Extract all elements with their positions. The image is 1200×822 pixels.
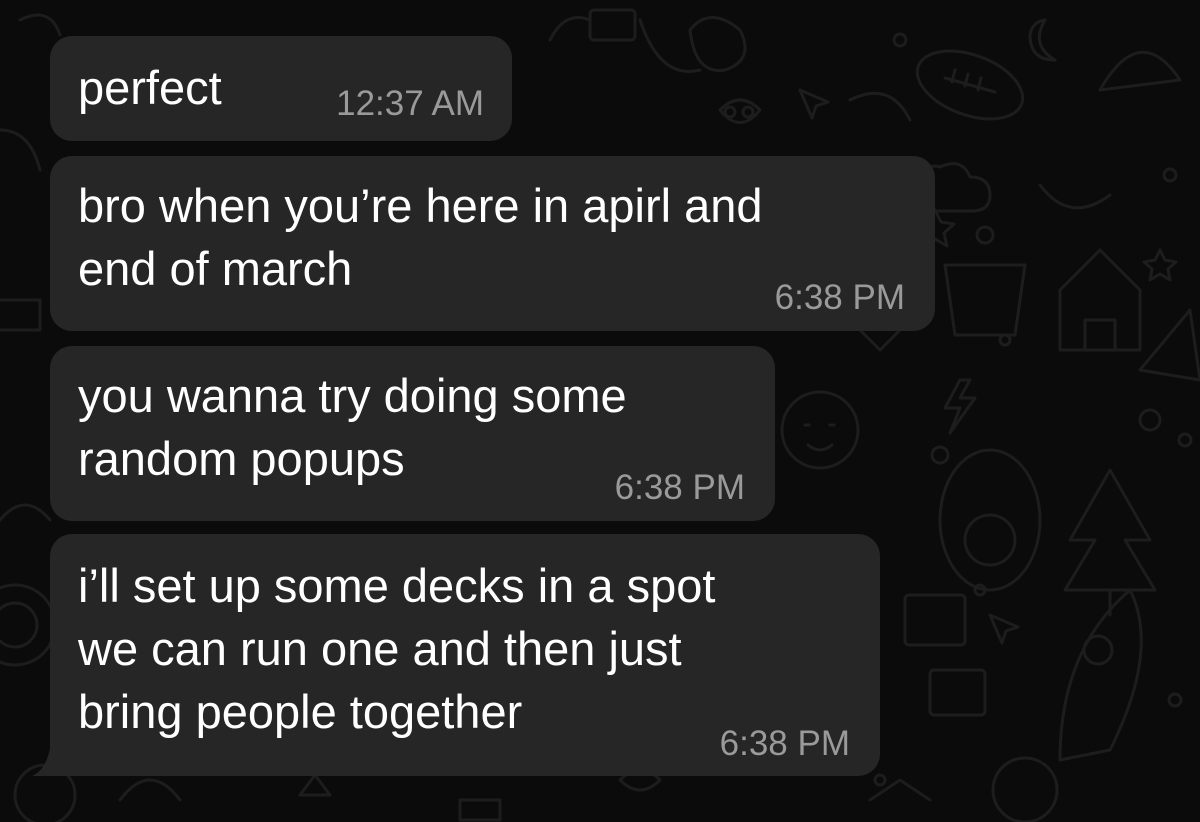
message-bubble[interactable]: bro when you’re here in apirl and end of… — [50, 156, 935, 331]
message-bubble[interactable]: perfect 12:37 AM — [50, 36, 512, 141]
message-timestamp: 6:38 PM — [774, 278, 905, 317]
message-timestamp: 6:38 PM — [614, 468, 745, 507]
message-bubble[interactable]: you wanna try doing some random popups 6… — [50, 346, 775, 521]
message-text: bro when you’re here in apirl and end of… — [78, 179, 763, 295]
message-text: i’ll set up some decks in a spot we can … — [78, 559, 716, 738]
message-bubble[interactable]: i’ll set up some decks in a spot we can … — [50, 534, 880, 776]
bubble-tail — [32, 748, 68, 776]
message-timestamp: 6:38 PM — [719, 724, 850, 763]
message-text: perfect — [78, 61, 222, 114]
message-timestamp: 12:37 AM — [336, 84, 484, 123]
message-text: you wanna try doing some random popups — [78, 369, 627, 485]
chat-thread: perfect 12:37 AM bro when you’re here in… — [0, 0, 1200, 822]
